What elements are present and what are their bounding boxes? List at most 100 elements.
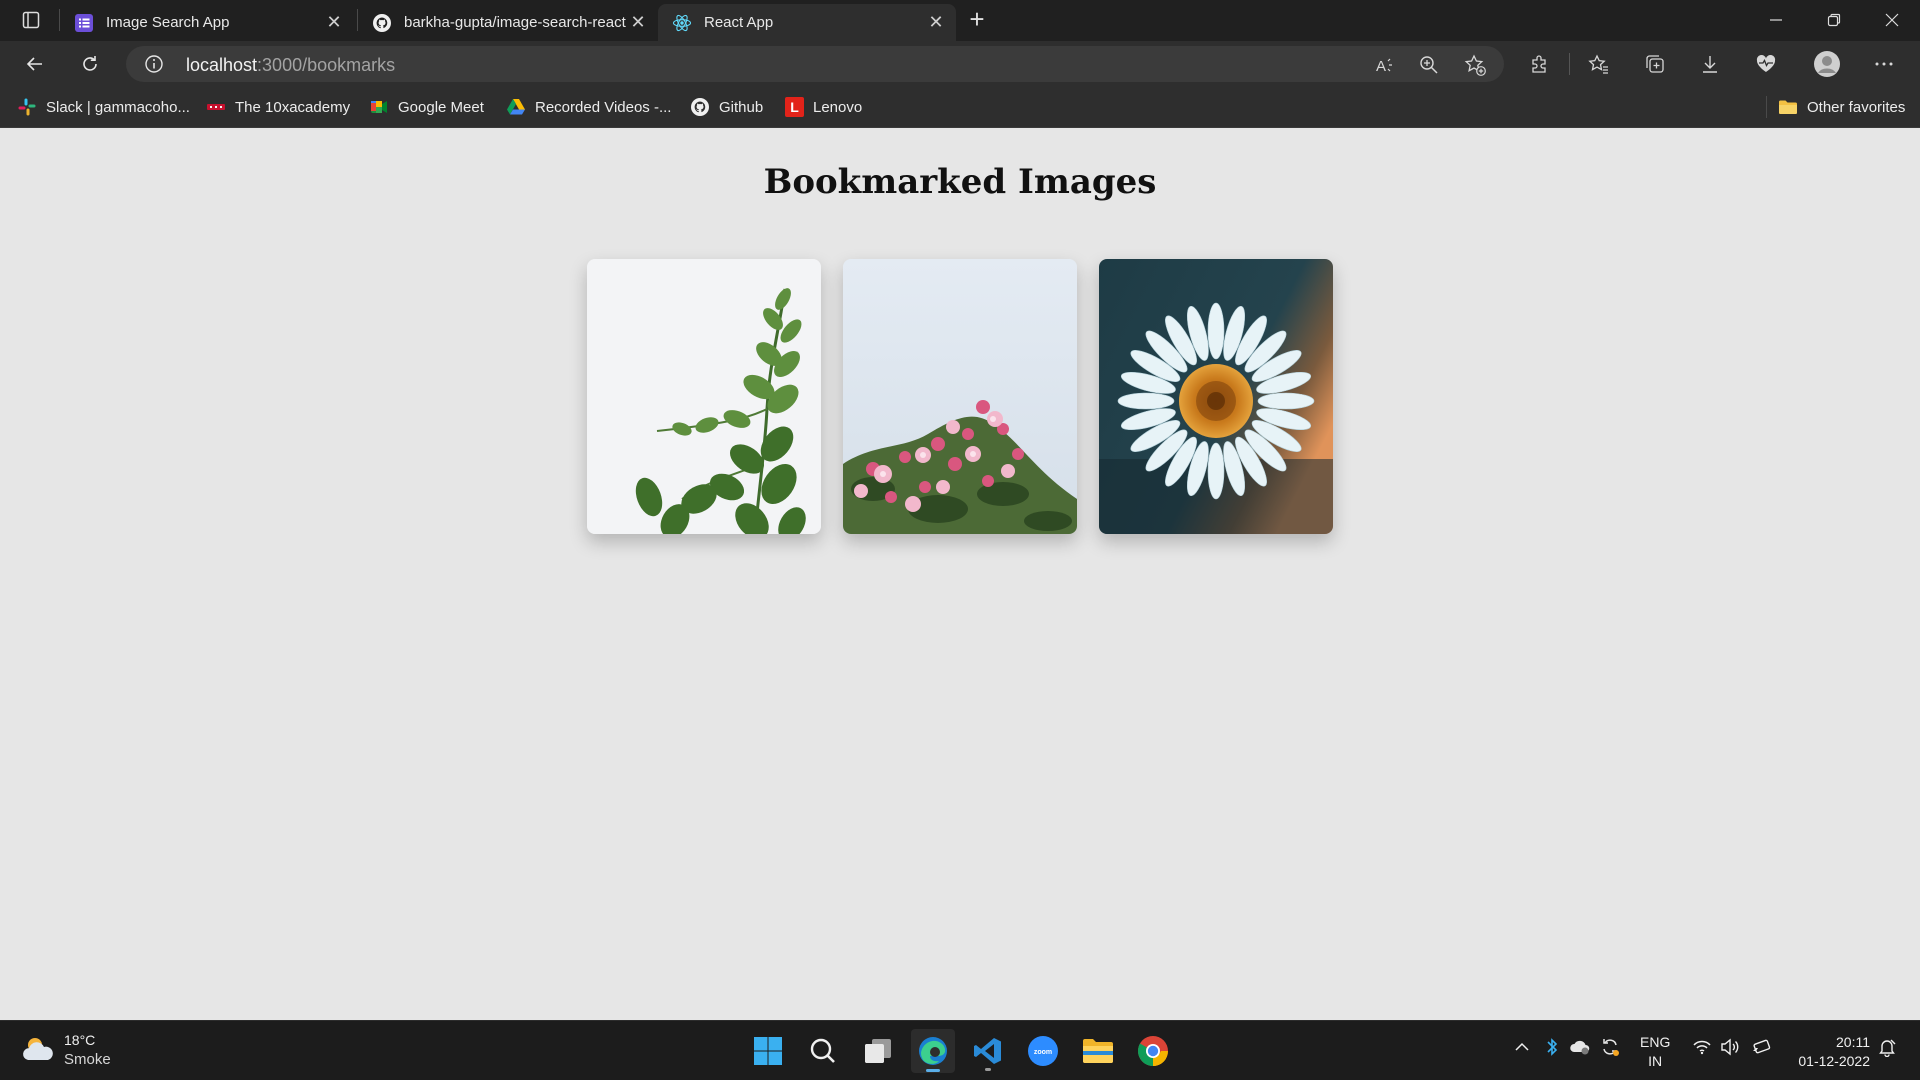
favorites-button[interactable] bbox=[1582, 48, 1616, 80]
taskbar-edge[interactable] bbox=[911, 1029, 955, 1073]
back-button[interactable] bbox=[18, 48, 52, 80]
windows-logo-icon bbox=[754, 1037, 782, 1065]
notifications-tray[interactable] bbox=[1875, 1035, 1899, 1059]
address-bar[interactable]: localhost:3000/bookmarks A bbox=[126, 46, 1504, 82]
url-path: :3000/bookmarks bbox=[257, 55, 396, 75]
tenx-icon bbox=[206, 97, 226, 117]
sync-tray[interactable] bbox=[1598, 1035, 1622, 1059]
battery-tray[interactable] bbox=[1749, 1035, 1773, 1059]
daisy-image bbox=[1099, 259, 1333, 534]
bookmarked-image-card[interactable] bbox=[843, 259, 1077, 534]
clock[interactable]: 20:11 01-12-2022 bbox=[1780, 1033, 1870, 1071]
blossoms-image bbox=[843, 259, 1077, 534]
favorite-label: Recorded Videos -... bbox=[535, 98, 672, 116]
speaker-icon bbox=[1721, 1038, 1739, 1056]
list-app-icon bbox=[74, 13, 94, 33]
taskbar-chrome[interactable] bbox=[1131, 1029, 1175, 1073]
active-app-indicator bbox=[926, 1069, 940, 1072]
react-icon bbox=[672, 13, 692, 33]
read-aloud-icon[interactable]: A bbox=[1372, 52, 1398, 78]
folder-icon bbox=[1083, 1039, 1113, 1063]
bookmarked-image-card[interactable] bbox=[1099, 259, 1333, 534]
new-tab-button[interactable]: + bbox=[962, 6, 992, 32]
url-text[interactable]: localhost:3000/bookmarks bbox=[186, 55, 395, 76]
info-icon[interactable] bbox=[144, 54, 164, 74]
start-button[interactable] bbox=[746, 1029, 790, 1073]
tab-close-icon[interactable]: ✕ bbox=[626, 11, 650, 35]
favorites-separator bbox=[1766, 96, 1767, 118]
language-indicator[interactable]: ENG IN bbox=[1640, 1033, 1670, 1071]
zoom-icon[interactable] bbox=[1416, 52, 1442, 78]
collections-icon bbox=[1646, 55, 1664, 73]
wifi-tray[interactable] bbox=[1690, 1035, 1714, 1059]
taskbar-file-explorer[interactable] bbox=[1076, 1029, 1120, 1073]
tab-title: React App bbox=[704, 14, 774, 31]
lenovo-icon: L bbox=[785, 97, 804, 117]
slack-icon bbox=[17, 97, 37, 117]
downloads-button[interactable] bbox=[1693, 48, 1727, 80]
github-icon bbox=[372, 13, 392, 33]
favorites-icon bbox=[1588, 54, 1608, 74]
puzzle-icon bbox=[1532, 55, 1546, 73]
show-hidden-icons-button[interactable] bbox=[1510, 1035, 1534, 1059]
favorite-10xacademy[interactable]: The 10xacademy bbox=[206, 95, 350, 119]
favorite-github[interactable]: Github bbox=[690, 95, 763, 119]
heart-pulse-icon bbox=[1756, 55, 1776, 72]
favorite-lenovo[interactable]: L Lenovo bbox=[785, 95, 862, 119]
chevron-up-icon bbox=[1515, 1042, 1529, 1051]
minimize-button[interactable] bbox=[1748, 0, 1804, 40]
extensions-button[interactable] bbox=[1523, 48, 1557, 80]
weather-widget[interactable]: 18°C Smoke bbox=[20, 1031, 111, 1069]
add-favorite-icon[interactable] bbox=[1462, 52, 1488, 78]
tab-close-icon[interactable]: ✕ bbox=[322, 11, 346, 35]
favorite-recorded-videos[interactable]: Recorded Videos -... bbox=[506, 95, 671, 119]
google-meet-icon bbox=[369, 97, 389, 117]
other-favorites-folder[interactable]: Other favorites bbox=[1778, 95, 1905, 119]
settings-more-button[interactable] bbox=[1867, 48, 1901, 80]
navigation-bar: localhost:3000/bookmarks A bbox=[0, 41, 1920, 86]
tab-react-app[interactable]: React App ✕ bbox=[658, 4, 956, 41]
weather-temp: 18°C bbox=[64, 1032, 96, 1048]
task-view-button[interactable] bbox=[856, 1029, 900, 1073]
collections-button[interactable] bbox=[1638, 48, 1672, 80]
clock-date: 01-12-2022 bbox=[1798, 1053, 1870, 1069]
page-content: Bookmarked Images bbox=[0, 128, 1920, 1020]
favorite-google-meet[interactable]: Google Meet bbox=[369, 95, 484, 119]
chrome-icon bbox=[1137, 1036, 1168, 1066]
download-icon bbox=[1703, 56, 1717, 73]
favorite-label: Github bbox=[719, 98, 764, 116]
bookmarked-image-card[interactable] bbox=[587, 259, 821, 534]
wifi-icon bbox=[1693, 1040, 1711, 1055]
favorite-label: Lenovo bbox=[813, 98, 863, 116]
search-icon bbox=[810, 1038, 835, 1063]
onedrive-tray[interactable] bbox=[1568, 1035, 1592, 1059]
tab-strip: Image Search App ✕ barkha-gupta/image-se… bbox=[0, 0, 1920, 41]
search-button[interactable] bbox=[801, 1029, 845, 1073]
favorites-bar: Slack | gammacoho... The 10xacademy Goog… bbox=[0, 86, 1920, 128]
tab-actions-icon bbox=[22, 11, 40, 29]
close-window-button[interactable] bbox=[1864, 0, 1920, 40]
taskbar-zoom[interactable]: zoom bbox=[1021, 1029, 1065, 1073]
region-code: IN bbox=[1648, 1053, 1663, 1069]
taskbar-vscode[interactable] bbox=[966, 1029, 1010, 1073]
notification-bell-icon bbox=[1879, 1039, 1896, 1057]
taskbar: 18°C Smoke zoom ENG IN 20:11 01-12-2022 bbox=[0, 1020, 1920, 1080]
close-icon bbox=[1885, 13, 1899, 27]
volume-tray[interactable] bbox=[1718, 1035, 1742, 1059]
browser-essentials-button[interactable] bbox=[1749, 48, 1783, 80]
bluetooth-icon bbox=[1547, 1038, 1558, 1056]
restore-button[interactable] bbox=[1806, 0, 1862, 40]
favorite-slack[interactable]: Slack | gammacoho... bbox=[17, 95, 190, 119]
avatar bbox=[1814, 51, 1840, 77]
refresh-button[interactable] bbox=[73, 48, 107, 80]
zoom-app-icon: zoom bbox=[1028, 1036, 1058, 1066]
tab-github-repo[interactable]: barkha-gupta/image-search-react ✕ bbox=[358, 4, 658, 41]
tab-close-icon[interactable]: ✕ bbox=[924, 11, 948, 35]
tab-image-search-app[interactable]: Image Search App ✕ bbox=[60, 4, 354, 41]
profile-button[interactable] bbox=[1810, 48, 1844, 80]
bluetooth-tray[interactable] bbox=[1540, 1035, 1564, 1059]
restore-icon bbox=[1827, 13, 1841, 27]
favorite-label: Google Meet bbox=[398, 98, 484, 116]
google-drive-icon bbox=[506, 97, 526, 117]
tab-actions-button[interactable] bbox=[14, 7, 48, 33]
